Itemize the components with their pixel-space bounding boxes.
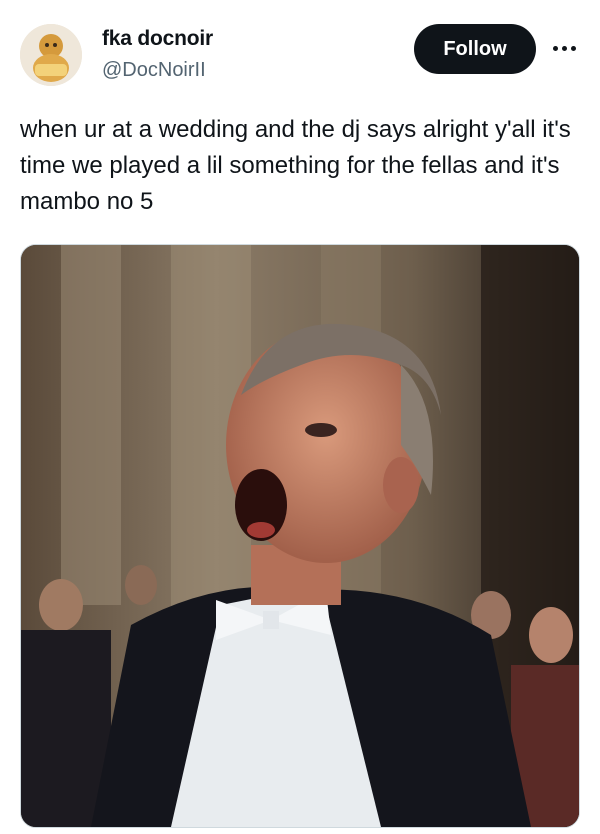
- tweet-card: fka docnoir @DocNoirII Follow when ur at…: [0, 0, 600, 834]
- author-display-name[interactable]: fka docnoir: [102, 27, 213, 51]
- more-horizontal-icon[interactable]: [546, 30, 582, 66]
- photo-screaming-conductor: [21, 245, 579, 827]
- follow-button[interactable]: Follow: [414, 24, 536, 74]
- tweet-media-photo[interactable]: [20, 244, 580, 828]
- avatar-image: [20, 24, 82, 86]
- author-avatar[interactable]: [20, 24, 82, 86]
- tweet-text: when ur at a wedding and the dj says alr…: [20, 116, 571, 215]
- author-handle[interactable]: @DocNoirII: [102, 59, 206, 82]
